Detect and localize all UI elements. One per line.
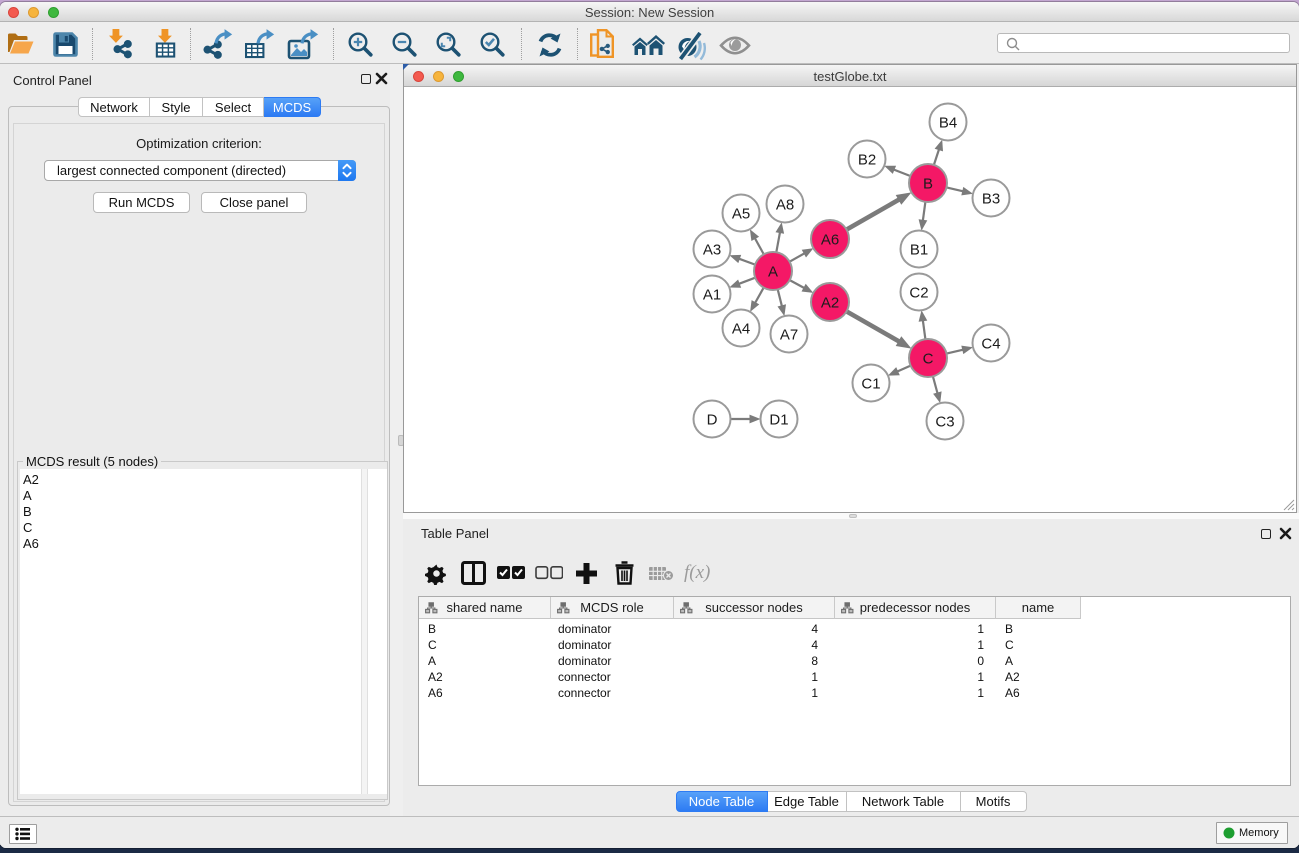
svg-text:A7: A7 [779,326,797,343]
svg-text:C3: C3 [935,413,954,430]
svg-text:B: B [922,175,932,192]
svg-text:C4: C4 [981,335,1000,352]
svg-text:A8: A8 [775,196,793,213]
svg-text:A5: A5 [731,205,749,222]
svg-text:B3: B3 [981,190,999,207]
svg-text:A3: A3 [702,241,720,258]
svg-text:B1: B1 [909,241,927,258]
svg-text:C1: C1 [861,375,880,392]
svg-text:A2: A2 [820,294,838,311]
svg-text:D1: D1 [769,411,788,428]
svg-text:A4: A4 [731,320,749,337]
svg-text:B2: B2 [857,151,875,168]
svg-text:A6: A6 [820,231,838,248]
svg-text:C: C [922,350,933,367]
svg-text:D: D [706,411,717,428]
svg-text:A: A [767,263,777,280]
svg-text:C2: C2 [909,284,928,301]
svg-text:A1: A1 [702,286,720,303]
svg-text:B4: B4 [938,114,956,131]
